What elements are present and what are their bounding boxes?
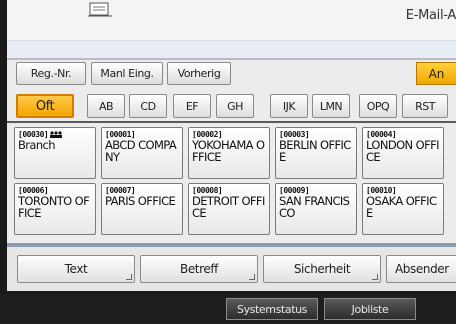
tab-ijk[interactable]: IJK [270,94,308,118]
entry-name: DETROIT OFFICE [192,194,265,220]
sender-button-label: Absender [395,262,449,276]
tab-gh[interactable]: GH [216,94,254,118]
entry-name: BERLIN OFFICE [279,138,351,164]
tab-rst[interactable]: RST [402,94,448,118]
subject-button-label: Betreff [179,262,219,276]
address-entry[interactable]: [00008] DETROIT OFFICE [188,183,270,235]
address-display: E-Mail-A [7,0,456,58]
entry-name: TORONTO OFFICE [18,194,90,220]
security-button[interactable]: Sicherheit [263,255,381,283]
corner-marker-icon [249,274,255,280]
toolbar: Reg.-Nr. Manl Eing. Vorherig An [7,62,456,86]
system-bar: Systemstatus Jobliste [0,294,456,324]
text-button-label: Text [64,262,88,276]
corner-marker-icon [126,274,132,280]
to-button[interactable]: An [416,62,456,85]
address-entry[interactable]: [00001] ABCD COMPANY [101,127,183,179]
job-list-button[interactable]: Jobliste [324,298,416,320]
screen: E-Mail-A Reg.-Nr. Manl Eing. Vorherig An… [7,0,456,291]
entry-name: PARIS OFFICE [105,194,176,208]
option-tabs: Text Betreff Sicherheit Absender [7,247,456,291]
entry-name: LONDON OFFICE [366,138,439,164]
address-entry[interactable]: [00006] TORONTO OFFICE [14,183,96,235]
address-entry[interactable]: [00030] Branch [14,127,96,179]
tab-opq[interactable]: OPQ [359,94,397,118]
tab-ab[interactable]: AB [87,94,125,118]
divider [7,58,456,60]
manual-input-button[interactable]: Manl Eing. [91,62,163,85]
entry-name: OSAKA OFFICE [366,194,437,220]
tab-lmn[interactable]: LMN [312,94,350,118]
sender-button[interactable]: Absender [386,255,456,283]
text-button[interactable]: Text [17,255,135,283]
tab-cd[interactable]: CD [129,94,167,118]
security-button-label: Sicherheit [293,262,351,276]
system-status-button[interactable]: Systemstatus [226,298,318,320]
subject-button[interactable]: Betreff [140,255,258,283]
tab-oft[interactable]: Oft [16,94,74,118]
address-entry[interactable]: [00007] PARIS OFFICE [101,183,183,235]
tab-underline [7,121,456,123]
index-tabs: Oft AB CD EF GH IJK LMN OPQ RST [7,94,456,121]
previous-button[interactable]: Vorherig [167,62,231,85]
entry-name: YOKOHAMA OFFICE [192,138,265,164]
address-entry[interactable]: [00004] LONDON OFFICE [362,127,444,179]
entry-name: SAN FRANCISCO [279,194,350,220]
address-list: [00030] Branch [00001] ABCD COMPANY [000… [7,127,456,237]
tab-ef[interactable]: EF [173,94,211,118]
corner-marker-icon [372,274,378,280]
document-icon [88,2,112,17]
address-entry[interactable]: [00009] SAN FRANCISCO [275,183,357,235]
group-icon [50,131,63,138]
entry-name: ABCD COMPANY [105,138,177,164]
address-entry[interactable]: [00003] BERLIN OFFICE [275,127,357,179]
reg-nr-button[interactable]: Reg.-Nr. [16,62,86,85]
entry-name: Branch [18,138,56,152]
email-mode-label: E-Mail-A [405,8,456,23]
address-entry[interactable]: [00002] YOKOHAMA OFFICE [188,127,270,179]
address-display-band [7,40,456,58]
address-entry[interactable]: [00010] OSAKA OFFICE [362,183,444,235]
